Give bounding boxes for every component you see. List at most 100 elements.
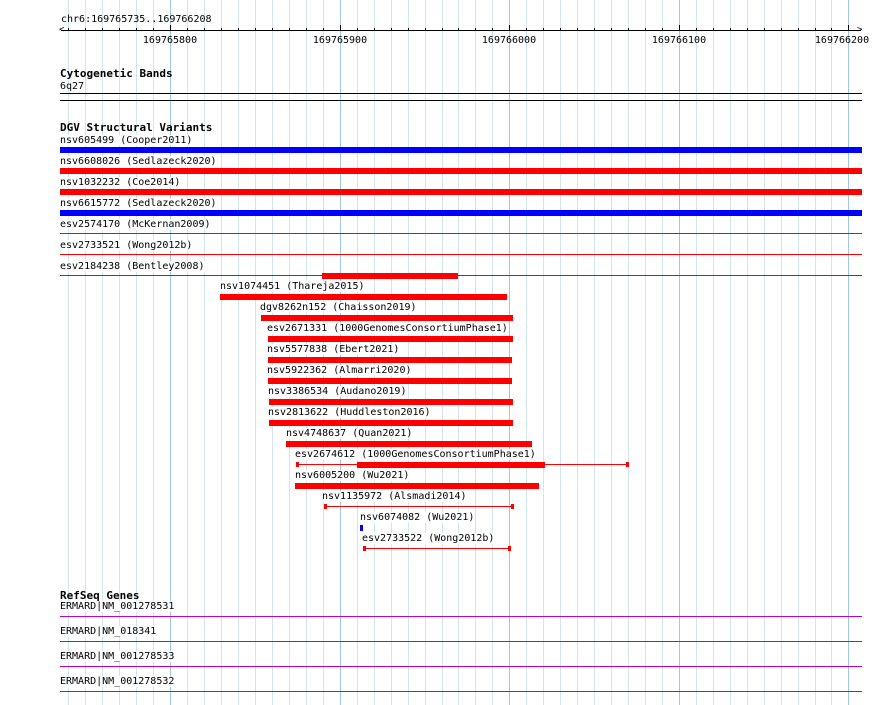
dgv-variant-label[interactable]: esv2574170 (McKernan2009) (60, 219, 211, 230)
dgv-variant-label[interactable]: esv2671331 (1000GenomesConsortiumPhase1) (267, 323, 508, 334)
dgv-variant-label[interactable]: esv2733521 (Wong2012b) (60, 240, 193, 251)
ruler-tick (526, 28, 527, 31)
dgv-variant-bar[interactable] (269, 420, 513, 426)
ruler-tick (543, 28, 544, 31)
refseq-gene-intron-line[interactable] (60, 691, 862, 692)
grid-line (458, 0, 459, 705)
dgv-variant-bar[interactable] (363, 548, 511, 549)
grid-line (848, 0, 849, 705)
grid-line (187, 0, 188, 705)
dgv-variant-label[interactable]: nsv1032232 (Coe2014) (60, 177, 181, 188)
dgv-variant-label[interactable]: nsv5577838 (Ebert2021) (267, 344, 400, 355)
dgv-variant-bar[interactable] (268, 336, 513, 342)
ruler-tick (662, 28, 663, 31)
ruler-tick-label: 169766100 (651, 35, 707, 46)
grid-line (696, 0, 697, 705)
dgv-variant-bar[interactable] (60, 168, 862, 174)
refseq-gene-label[interactable]: ERMARD|NM_001278533 (60, 651, 175, 662)
grid-line (764, 0, 765, 705)
dgv-variant-bar[interactable] (268, 357, 512, 363)
grid-line (204, 0, 205, 705)
ruler-tick (645, 28, 646, 31)
dgv-variant-bar[interactable] (357, 462, 545, 468)
cytoband-label[interactable]: 6q27 (60, 81, 84, 92)
dgv-variant-bar[interactable] (60, 254, 862, 255)
dgv-variant-label[interactable]: nsv6005200 (Wu2021) (295, 470, 410, 481)
ruler-tick (85, 28, 86, 31)
refseq-gene-label[interactable]: ERMARD|NM_018341 (60, 626, 157, 637)
grid-line (543, 0, 544, 705)
grid-line (594, 0, 595, 705)
grid-line (645, 0, 646, 705)
grid-line (611, 0, 612, 705)
dgv-variant-bar[interactable] (60, 275, 862, 276)
dgv-variant-endcap (324, 504, 327, 509)
ruler-tick (153, 28, 154, 31)
ruler-tick (798, 28, 799, 31)
dgv-variant-label[interactable]: nsv605499 (Cooper2011) (60, 135, 193, 146)
ruler-tick (323, 28, 324, 31)
dgv-variant-bar[interactable] (360, 525, 363, 531)
ruler-tick (730, 28, 731, 31)
dgv-variant-bar[interactable] (261, 315, 513, 321)
refseq-gene-intron-line[interactable] (60, 616, 862, 617)
ruler-tick (577, 28, 578, 31)
ruler-tick (628, 28, 629, 31)
dgv-variant-bar[interactable] (220, 294, 507, 300)
dgv-variant-bar[interactable] (268, 378, 512, 384)
dgv-variant-label[interactable]: nsv2813622 (Huddleston2016) (268, 407, 431, 418)
dgv-variant-label[interactable]: esv2733522 (Wong2012b) (362, 533, 495, 544)
ruler-axis (61, 30, 861, 31)
ruler-tick (289, 28, 290, 31)
ruler-tick (492, 28, 493, 31)
dgv-variant-label[interactable]: esv2674612 (1000GenomesConsortiumPhase1) (295, 449, 536, 460)
dgv-variant-bar[interactable] (60, 233, 862, 234)
grid-line (526, 0, 527, 705)
grid-line (798, 0, 799, 705)
grid-line (492, 0, 493, 705)
dgv-track-title: DGV Structural Variants (60, 121, 213, 134)
dgv-variant-label[interactable]: nsv4748637 (Quan2021) (286, 428, 413, 439)
dgv-variant-label[interactable]: nsv1135972 (Alsmadi2014) (322, 491, 467, 502)
ruler-tick (204, 28, 205, 31)
dgv-variant-bar[interactable] (295, 483, 539, 489)
refseq-gene-label[interactable]: ERMARD|NM_001278531 (60, 601, 175, 612)
ruler-tick (696, 28, 697, 31)
grid-line (831, 0, 832, 705)
refseq-gene-intron-line[interactable] (60, 641, 862, 642)
grid-line (442, 0, 443, 705)
grid-line (221, 0, 222, 705)
dgv-variant-label[interactable]: nsv6074082 (Wu2021) (360, 512, 475, 523)
dgv-variant-label[interactable]: nsv5922362 (Almarri2020) (267, 365, 412, 376)
ruler-tick-label: 169766000 (481, 35, 537, 46)
dgv-variant-label[interactable]: nsv3386534 (Audano2019) (268, 386, 407, 397)
dgv-variant-bar[interactable] (60, 210, 862, 216)
dgv-variant-bar[interactable] (269, 399, 513, 405)
grid-line (425, 0, 426, 705)
dgv-variant-bar[interactable] (322, 273, 458, 279)
grid-line (255, 0, 256, 705)
dgv-variant-endcap (363, 546, 366, 551)
dgv-variant-bar[interactable] (286, 441, 532, 447)
dgv-variant-label[interactable]: nsv1074451 (Thareja2015) (220, 281, 365, 292)
dgv-variant-label[interactable]: nsv6608026 (Sedlazeck2020) (60, 156, 217, 167)
dgv-variant-bar[interactable] (60, 147, 862, 153)
ruler-tick (357, 28, 358, 31)
dgv-variant-label[interactable]: esv2184238 (Bentley2008) (60, 261, 205, 272)
dgv-variant-bar[interactable] (60, 189, 862, 195)
ruler-left-arrow-icon: < (59, 25, 65, 35)
cytoband-track-title: Cytogenetic Bands (60, 67, 173, 80)
dgv-variant-label[interactable]: nsv6615772 (Sedlazeck2020) (60, 198, 217, 209)
grid-line (577, 0, 578, 705)
cytoband-bar-top (60, 93, 862, 94)
grid-line (781, 0, 782, 705)
grid-line (560, 0, 561, 705)
dgv-variant-bar[interactable] (324, 506, 514, 507)
ruler-tick (119, 28, 120, 31)
dgv-variant-label[interactable]: dgv8262n152 (Chaisson2019) (260, 302, 417, 313)
ruler-location: chr6:169765735..169766208 (61, 14, 212, 25)
refseq-gene-label[interactable]: ERMARD|NM_001278532 (60, 676, 175, 687)
ruler-tick (272, 28, 273, 31)
grid-line (475, 0, 476, 705)
refseq-gene-intron-line[interactable] (60, 666, 862, 667)
